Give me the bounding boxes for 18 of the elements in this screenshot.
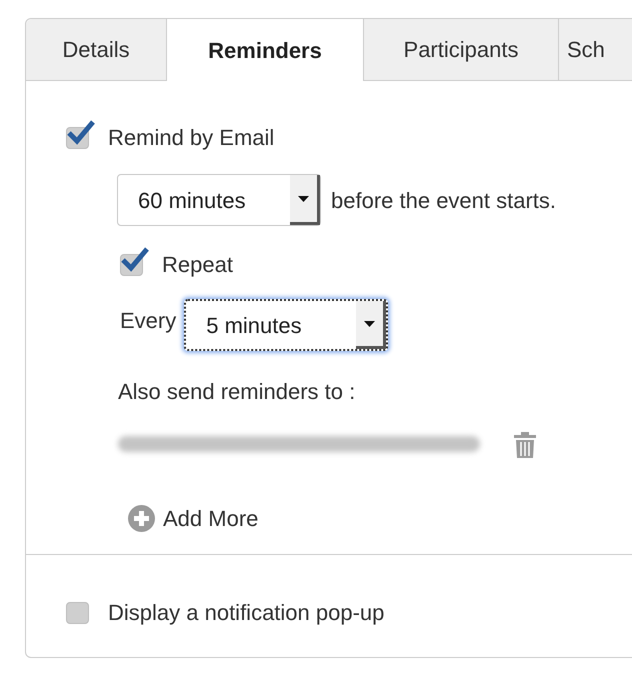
recipients-label: Also send reminders to : bbox=[118, 378, 356, 406]
interval-select[interactable]: 5 minutes bbox=[184, 299, 388, 351]
plus-circle-icon bbox=[128, 505, 155, 532]
caret-icon bbox=[364, 320, 376, 326]
tab[interactable]: Details bbox=[26, 19, 166, 81]
every-label: Every bbox=[120, 306, 176, 335]
lead-time-select[interactable]: 60 minutes bbox=[117, 174, 321, 226]
trash-icon[interactable] bbox=[513, 430, 537, 458]
suffix-text: before the event starts. bbox=[331, 186, 556, 214]
add-more-button[interactable]: Add More bbox=[128, 502, 258, 535]
caret-icon bbox=[298, 196, 309, 202]
checkbox-label: Display a notification pop-up bbox=[108, 599, 384, 627]
checkbox-label: Repeat bbox=[162, 251, 233, 279]
tab[interactable]: Sch bbox=[558, 19, 632, 81]
checkbox[interactable] bbox=[66, 118, 95, 148]
checkbox-label: Remind by Email bbox=[108, 124, 274, 152]
checkbox[interactable] bbox=[120, 246, 149, 276]
tab[interactable]: Participants bbox=[363, 19, 558, 81]
